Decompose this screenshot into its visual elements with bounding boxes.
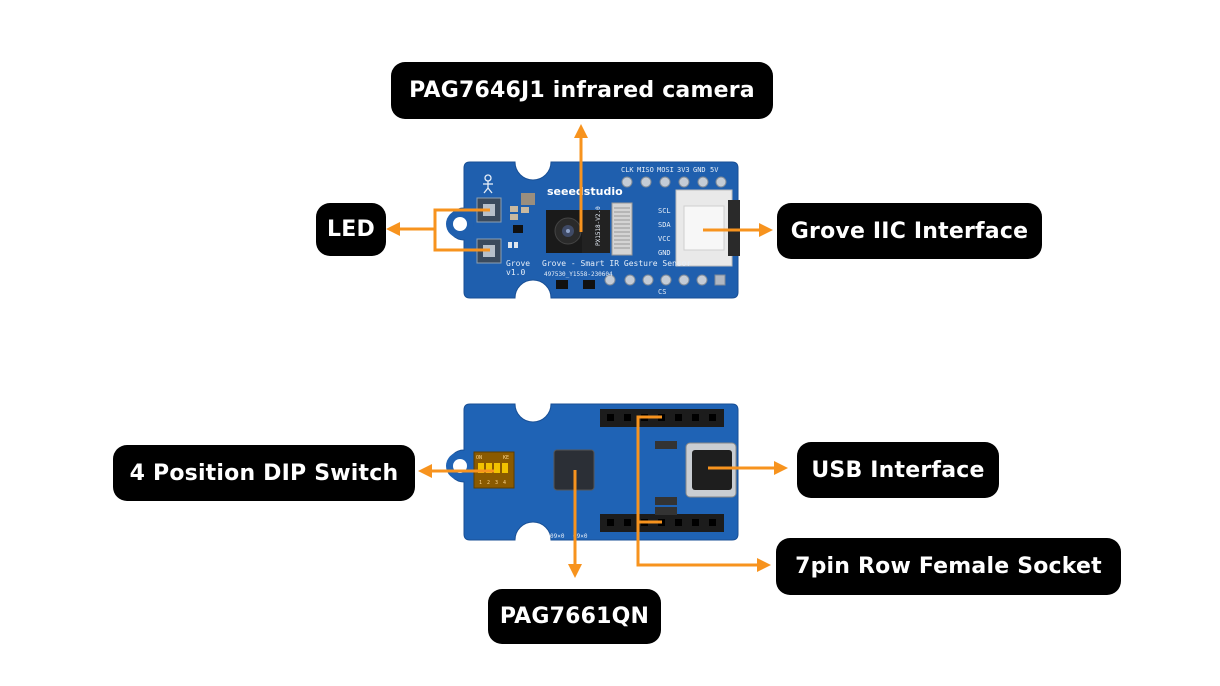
front-pcb: PX1518-V2.0 seeedstudio CLK MISO MOSI 3V… <box>446 161 740 299</box>
silk-code: 09×0 <box>550 533 565 540</box>
grove-silkscreen: Grove <box>506 259 530 268</box>
grove-connector <box>675 189 740 267</box>
arrowhead-left-icon <box>418 464 432 478</box>
label-led: LED <box>316 203 386 256</box>
pin-label: CLK <box>621 166 634 174</box>
connector-pin-label: SCL <box>658 207 671 215</box>
capacitor <box>521 193 535 205</box>
arrowhead-right-icon <box>759 223 773 237</box>
serial-silkscreen: 497530_Y1558-230604 <box>544 271 613 278</box>
dip-number: 3 <box>495 480 498 486</box>
dip-number: 4 <box>503 480 506 486</box>
dip-number: 2 <box>487 480 490 486</box>
brand-silkscreen: seeedstudio <box>547 185 623 198</box>
dip-on-label: ON <box>476 455 482 461</box>
pin-label: MISO <box>637 166 654 174</box>
arrowhead-down-icon <box>568 564 582 578</box>
connector-pin-label: GND <box>658 249 671 257</box>
connector-pin-label: VCC <box>658 235 671 243</box>
dip-ke-label: KE <box>503 455 509 461</box>
pin-label: MOSI <box>657 166 674 174</box>
label-dip-switch: 4 Position DIP Switch <box>113 445 415 501</box>
pin-label: GND <box>693 166 706 174</box>
connector-pin-label: SDA <box>658 221 671 229</box>
pin-label: 5V <box>710 166 719 174</box>
product-name-silkscreen: Grove - Smart IR Gesture Sensor <box>542 259 691 268</box>
pin-label: 3V3 <box>677 166 690 174</box>
flex-label: PX1518-V2.0 <box>595 206 602 246</box>
label-usb: USB Interface <box>797 442 999 498</box>
dip-number: 1 <box>479 480 482 486</box>
arrowhead-right-icon <box>774 461 788 475</box>
label-female-socket: 7pin Row Female Socket <box>776 538 1121 595</box>
label-camera: PAG7646J1 infrared camera <box>391 62 773 119</box>
version-silkscreen: v1.0 <box>506 268 525 277</box>
arrowhead-left-icon <box>386 222 400 236</box>
arrowhead-right-icon <box>757 558 771 572</box>
pin-label-cs: CS <box>658 288 666 296</box>
label-chip: PAG7661QN <box>488 589 661 644</box>
arrowhead-up-icon <box>574 124 588 138</box>
camera-module: PX1518-V2.0 <box>546 202 633 256</box>
label-grove-iic: Grove IIC Interface <box>777 203 1042 259</box>
